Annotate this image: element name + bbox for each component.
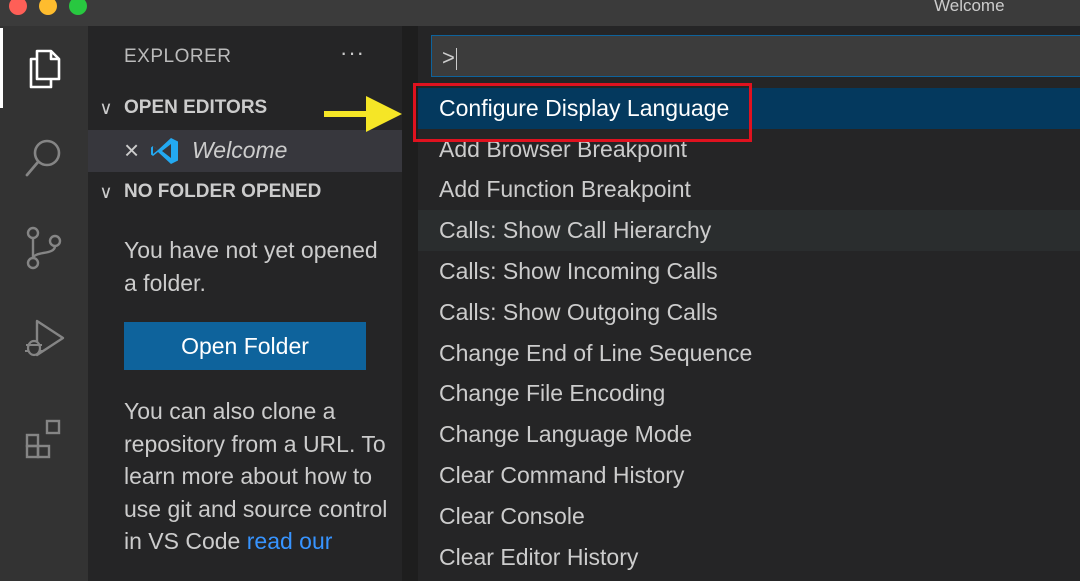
activity-run-debug[interactable]	[0, 298, 88, 378]
command-item[interactable]: Change Language Mode	[418, 414, 1080, 455]
command-item[interactable]: Clear Console	[418, 496, 1080, 537]
command-list: Configure Display Language Add Browser Br…	[418, 88, 1080, 578]
extensions-icon	[25, 419, 61, 459]
open-folder-button[interactable]: Open Folder	[124, 322, 366, 370]
clone-message: You can also clone a repository from a U…	[124, 395, 390, 558]
command-item-label: Clear Editor History	[439, 543, 639, 570]
text-caret	[455, 48, 457, 71]
activity-explorer[interactable]	[0, 28, 88, 108]
command-palette-input[interactable]: >	[431, 35, 1080, 77]
open-editor-name: Welcome	[192, 137, 288, 163]
minimize-window-button[interactable]	[39, 0, 57, 15]
chevron-down-icon: ∨	[99, 97, 113, 118]
explorer-icon	[29, 49, 60, 89]
open-editors-label: OPEN EDITORS	[124, 97, 268, 118]
pointer-arrow-icon	[324, 96, 402, 132]
activity-search[interactable]	[0, 118, 88, 198]
command-item[interactable]: Clear Command History	[418, 455, 1080, 496]
run-debug-icon	[25, 319, 65, 357]
activity-source-control[interactable]	[0, 208, 88, 288]
command-palette: > Configure Display Language Add Browser …	[418, 26, 1080, 581]
title-bar: Welcome	[0, 0, 1080, 26]
command-item-label: Calls: Show Call Hierarchy	[439, 217, 712, 244]
vscode-logo-icon	[151, 138, 178, 164]
maximize-window-button[interactable]	[69, 0, 87, 15]
command-item-label: Add Function Breakpoint	[439, 176, 691, 203]
command-item-label: Change Language Mode	[439, 421, 693, 448]
command-item-label: Calls: Show Incoming Calls	[439, 258, 718, 285]
command-item[interactable]: Calls: Show Incoming Calls	[418, 251, 1080, 292]
command-item-label: Add Browser Breakpoint	[439, 135, 688, 162]
open-editor-item-welcome[interactable]: × Welcome	[88, 130, 402, 172]
sidebar-title: EXPLORER	[124, 46, 232, 67]
command-item[interactable]: Add Browser Breakpoint	[418, 129, 1080, 170]
command-item[interactable]: Calls: Show Outgoing Calls	[418, 292, 1080, 333]
activity-bar	[0, 26, 88, 581]
command-item-label: Change End of Line Sequence	[439, 339, 753, 366]
window-title: Welcome	[934, 0, 1005, 15]
command-item-label: Calls: Show Outgoing Calls	[439, 298, 718, 325]
source-control-icon	[26, 226, 62, 270]
no-folder-message: You have not yet opened a folder.	[124, 237, 378, 296]
command-item[interactable]: Configure Display Language	[418, 88, 1080, 129]
command-item[interactable]: Calls: Show Call Hierarchy	[418, 210, 1080, 252]
command-item[interactable]: Add Function Breakpoint	[418, 170, 1080, 211]
no-folder-label: NO FOLDER OPENED	[124, 181, 322, 202]
search-icon	[25, 139, 61, 177]
command-item-label: Clear Console	[439, 502, 585, 529]
no-folder-header[interactable]: ∨ NO FOLDER OPENED	[88, 174, 402, 210]
close-window-button[interactable]	[9, 0, 27, 15]
command-item[interactable]: Change End of Line Sequence	[418, 333, 1080, 374]
vscode-window: Welcome EXPLORER ··· ∨ OPEN EDITORS × We…	[0, 0, 1080, 581]
activity-extensions[interactable]	[0, 398, 88, 478]
command-item[interactable]: Clear Editor History	[418, 537, 1080, 578]
command-item-label: Configure Display Language	[439, 94, 730, 121]
command-item[interactable]: Change File Encoding	[418, 374, 1080, 415]
more-actions-button[interactable]: ···	[340, 40, 365, 66]
command-item-label: Clear Command History	[439, 462, 685, 489]
read-docs-link[interactable]: read our	[247, 528, 333, 554]
command-item-label: Change File Encoding	[439, 380, 666, 407]
chevron-down-icon: ∨	[99, 181, 113, 202]
close-icon[interactable]: ×	[124, 135, 139, 166]
command-input-value: >	[442, 45, 455, 70]
